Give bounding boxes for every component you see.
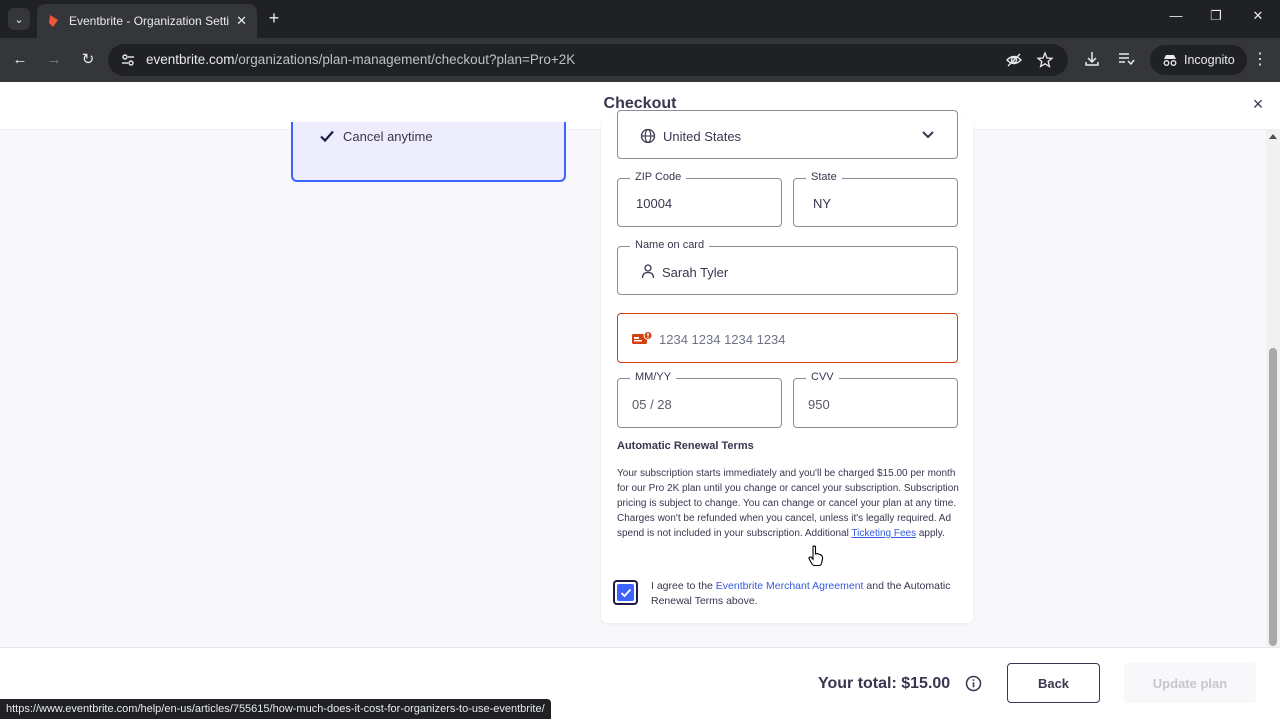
expiry-field[interactable]: MM/YY 05 / 28: [617, 371, 782, 428]
eye-off-icon[interactable]: [1005, 51, 1023, 69]
zip-code-label: ZIP Code: [630, 171, 687, 183]
site-info-icon[interactable]: [120, 52, 136, 68]
status-bar-url: https://www.eventbrite.com/help/en-us/ar…: [0, 699, 551, 719]
checkmark-icon: [320, 130, 334, 143]
scrollbar-thumb[interactable]: [1269, 348, 1277, 646]
checkmark-icon: [620, 588, 631, 597]
back-button[interactable]: Back: [1007, 663, 1100, 703]
name-on-card-label: Name on card: [630, 239, 710, 251]
tab-close-icon[interactable]: ✕: [236, 13, 247, 29]
reading-list-icon[interactable]: [1117, 50, 1135, 68]
cvv-value: 950: [808, 397, 830, 412]
close-icon[interactable]: ×: [1248, 94, 1268, 115]
tab-search-icon[interactable]: ⌄: [8, 8, 30, 30]
renewal-terms-title: Automatic Renewal Terms: [617, 440, 754, 452]
cvv-field[interactable]: CVV 950: [793, 371, 958, 428]
renewal-terms-tail: apply.: [916, 528, 945, 539]
forward-icon[interactable]: →: [43, 49, 65, 71]
card-number-placeholder: 1234 1234 1234 1234: [659, 332, 786, 347]
agreement-prefix: I agree to the: [651, 580, 716, 592]
update-plan-button[interactable]: Update plan: [1124, 663, 1256, 703]
incognito-label: Incognito: [1184, 53, 1235, 67]
restore-icon[interactable]: ❐: [1206, 8, 1226, 24]
incognito-indicator[interactable]: Incognito: [1150, 45, 1247, 75]
address-bar[interactable]: eventbrite.com/organizations/plan-manage…: [108, 44, 1068, 76]
state-label: State: [806, 171, 842, 183]
zip-code-field[interactable]: ZIP Code 10004: [617, 171, 782, 227]
user-icon: [641, 264, 655, 279]
card-number-field[interactable]: 1234 1234 1234 1234: [617, 313, 958, 363]
name-on-card-field[interactable]: Name on card Sarah Tyler: [617, 239, 958, 295]
zip-code-value: 10004: [636, 196, 673, 211]
plan-feature: Cancel anytime: [319, 128, 433, 144]
name-on-card-value: Sarah Tyler: [662, 265, 729, 280]
plan-summary-card: Cancel anytime: [291, 122, 566, 182]
renewal-terms-text: Your subscription starts immediately and…: [617, 466, 962, 541]
kebab-menu-icon[interactable]: ⋮: [1252, 49, 1268, 69]
url-text: eventbrite.com/organizations/plan-manage…: [146, 52, 576, 67]
card-error-icon: [632, 331, 653, 344]
agreement-text: I agree to the Eventbrite Merchant Agree…: [651, 579, 951, 609]
state-field[interactable]: State NY: [793, 171, 958, 227]
merchant-agreement-link[interactable]: Eventbrite Merchant Agreement: [716, 580, 864, 592]
incognito-icon: [1163, 55, 1177, 66]
download-icon[interactable]: [1083, 50, 1101, 68]
eventbrite-favicon: [49, 15, 58, 27]
hand-cursor-icon: [808, 545, 824, 567]
scroll-up-arrow-icon[interactable]: [1269, 134, 1277, 139]
reload-icon[interactable]: ↻: [77, 49, 99, 71]
info-icon[interactable]: [965, 675, 982, 692]
total-amount: Your total: $15.00: [818, 675, 951, 692]
star-icon[interactable]: [1036, 51, 1054, 69]
tab-title: Eventbrite - Organization Settin: [69, 14, 229, 28]
expiry-label: MM/YY: [630, 371, 677, 383]
expiry-value: 05 / 28: [632, 397, 672, 412]
new-tab-button[interactable]: +: [264, 8, 284, 30]
country-select[interactable]: United States: [617, 110, 958, 159]
browser-tab-bar: ⌄ Eventbrite - Organization Settin ✕ + —…: [0, 0, 1280, 38]
country-value: United States: [663, 129, 742, 144]
state-value: NY: [813, 196, 832, 211]
close-window-icon[interactable]: ✕: [1248, 8, 1268, 24]
globe-icon: [640, 128, 656, 144]
ticketing-fees-link[interactable]: Ticketing Fees: [851, 528, 916, 539]
browser-toolbar: ← → ↻ eventbrite.com/organizations/plan-…: [0, 38, 1280, 82]
back-icon[interactable]: ←: [9, 49, 31, 71]
minimize-icon[interactable]: —: [1166, 8, 1186, 23]
agree-checkbox[interactable]: [613, 580, 638, 605]
chevron-down-icon: [922, 131, 934, 139]
plan-feature-label: Cancel anytime: [343, 128, 433, 144]
checkbox-fill: [617, 584, 634, 601]
browser-tab[interactable]: Eventbrite - Organization Settin ✕: [37, 4, 257, 38]
cvv-label: CVV: [806, 371, 839, 383]
